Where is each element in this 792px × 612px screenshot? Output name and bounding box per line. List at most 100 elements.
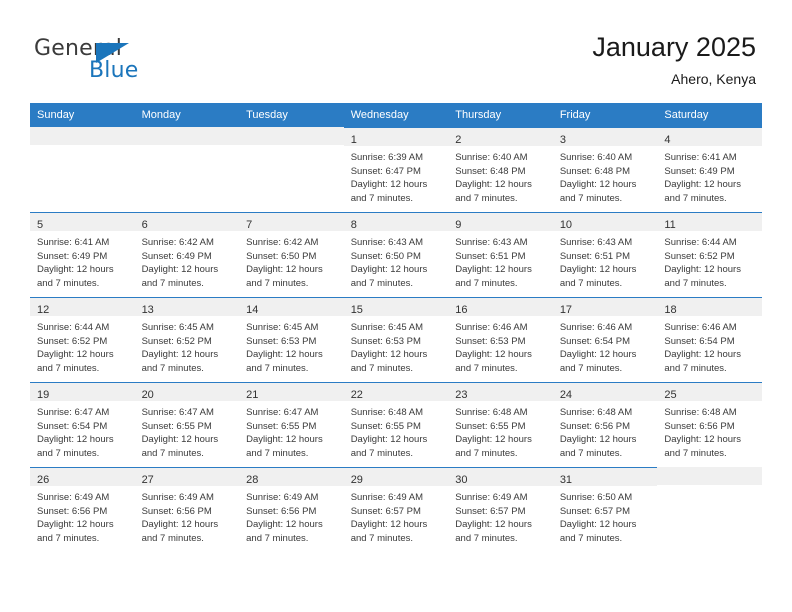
- day-cell[interactable]: 6 Sunrise: 6:42 AM Sunset: 6:49 PM Daylight…: [134, 212, 240, 297]
- day-cell[interactable]: 27 Sunrise: 6:49 AM Sunset: 6:56 PM Dayligh…: [134, 467, 240, 552]
- day-cell[interactable]: 16 Sunrise: 6:46 AM Sunset: 6:53 PM Dayligh…: [448, 297, 553, 382]
- day-cell[interactable]: 14 Sunrise: 6:45 AM Sunset: 6:53 PM Dayligh…: [239, 297, 344, 382]
- day-details: Sunrise: 6:40 AM Sunset: 6:48 PM Daylight:…: [448, 146, 553, 205]
- day-cell[interactable]: 23 Sunrise: 6:48 AM Sunset: 6:55 PM Dayligh…: [448, 382, 553, 467]
- day-cell[interactable]: 13 Sunrise: 6:45 AM Sunset: 6:52 PM Dayligh…: [134, 297, 240, 382]
- day-number-band: 23: [448, 383, 553, 401]
- sunrise-text: Sunrise: 6:46 AM: [455, 322, 528, 333]
- day-number: 24: [559, 389, 573, 401]
- day-number-band: 17: [552, 298, 658, 316]
- day-details: Sunrise: 6:45 AM Sunset: 6:52 PM Daylight:…: [135, 316, 240, 375]
- daylight-text-line2: and 7 minutes.: [141, 532, 204, 544]
- daylight-text-line2: and 7 minutes.: [37, 532, 100, 544]
- day-cell[interactable]: 9 Sunrise: 6:43 AM Sunset: 6:51 PM Daylight…: [448, 212, 553, 297]
- sunset-text: Sunset: 6:56 PM: [246, 505, 317, 517]
- day-number: 11: [664, 219, 676, 231]
- day-cell[interactable]: 31 Sunrise: 6:50 AM Sunset: 6:57 PM Dayligh…: [552, 467, 658, 552]
- calendar-cell: 20 Sunrise: 6:47 AM Sunset: 6:55 PM Dayligh…: [134, 382, 240, 467]
- day-cell[interactable]: 1 Sunrise: 6:39 AM Sunset: 6:47 PM Daylight…: [343, 127, 449, 212]
- day-details: Sunrise: 6:49 AM Sunset: 6:57 PM Daylight:…: [448, 486, 553, 545]
- daylight-text-line2: and 7 minutes.: [559, 192, 623, 204]
- day-number-band: 26: [30, 468, 135, 486]
- day-number: 26: [37, 474, 50, 486]
- sunset-text: Sunset: 6:48 PM: [559, 165, 631, 177]
- day-cell[interactable]: 12 Sunrise: 6:44 AM Sunset: 6:52 PM Dayligh…: [30, 297, 135, 382]
- day-cell[interactable]: 11 Sunrise: 6:44 AM Sunset: 6:52 PM Dayligh…: [657, 212, 762, 297]
- general-blue-logo: General Blue: [34, 36, 214, 86]
- day-details: Sunrise: 6:48 AM Sunset: 6:55 PM Daylight:…: [448, 401, 553, 460]
- day-number-band: 15: [343, 298, 449, 316]
- sunset-text: Sunset: 6:48 PM: [455, 165, 526, 177]
- day-number-band: 18: [657, 298, 762, 316]
- calendar-cell: [239, 127, 344, 212]
- day-details: Sunrise: 6:44 AM Sunset: 6:52 PM Daylight:…: [30, 316, 135, 375]
- sunrise-text: Sunrise: 6:49 AM: [141, 492, 214, 503]
- day-cell[interactable]: 4 Sunrise: 6:41 AM Sunset: 6:49 PM Daylight…: [657, 127, 762, 212]
- daylight-text-line1: Daylight: 12 hours: [141, 264, 219, 275]
- calendar-cell: 9 Sunrise: 6:43 AM Sunset: 6:51 PM Daylight…: [448, 212, 553, 297]
- day-cell[interactable]: 24 Sunrise: 6:48 AM Sunset: 6:56 PM Dayligh…: [552, 382, 658, 467]
- sunrise-text: Sunrise: 6:47 AM: [141, 407, 214, 418]
- calendar-week-row: 5 Sunrise: 6:41 AM Sunset: 6:49 PM Daylight…: [30, 212, 762, 297]
- day-number-band: 3: [552, 128, 658, 146]
- day-cell[interactable]: 3 Sunrise: 6:40 AM Sunset: 6:48 PM Daylight…: [552, 127, 658, 212]
- calendar-cell: 6 Sunrise: 6:42 AM Sunset: 6:49 PM Daylight…: [134, 212, 240, 297]
- day-cell[interactable]: 22 Sunrise: 6:48 AM Sunset: 6:55 PM Dayligh…: [343, 382, 449, 467]
- sunrise-text: Sunrise: 6:42 AM: [246, 237, 319, 248]
- sunset-text: Sunset: 6:55 PM: [350, 420, 421, 432]
- day-cell[interactable]: 8 Sunrise: 6:43 AM Sunset: 6:50 PM Daylight…: [343, 212, 449, 297]
- sunset-text: Sunset: 6:54 PM: [559, 335, 631, 347]
- day-cell[interactable]: 25 Sunrise: 6:48 AM Sunset: 6:56 PM Dayligh…: [657, 382, 762, 467]
- day-cell[interactable]: 20 Sunrise: 6:47 AM Sunset: 6:55 PM Dayligh…: [134, 382, 240, 467]
- day-details: Sunrise: 6:49 AM Sunset: 6:56 PM Daylight:…: [135, 486, 240, 545]
- day-number: 21: [246, 389, 259, 401]
- day-number: 7: [246, 219, 253, 231]
- day-details: Sunrise: 6:47 AM Sunset: 6:55 PM Daylight:…: [135, 401, 240, 460]
- day-cell[interactable]: 2 Sunrise: 6:40 AM Sunset: 6:48 PM Daylight…: [448, 127, 553, 212]
- day-number-band: 11: [657, 213, 762, 231]
- day-details: Sunrise: 6:47 AM Sunset: 6:54 PM Daylight:…: [30, 401, 135, 460]
- logo-text-blue: Blue: [89, 58, 139, 83]
- daylight-text-line1: Daylight: 12 hours: [37, 434, 114, 445]
- daylight-text-line2: and 7 minutes.: [455, 192, 518, 204]
- daylight-text-line1: Daylight: 12 hours: [37, 519, 114, 530]
- day-cell[interactable]: 21 Sunrise: 6:47 AM Sunset: 6:55 PM Dayligh…: [239, 382, 344, 467]
- day-cell[interactable]: 29 Sunrise: 6:49 AM Sunset: 6:57 PM Dayligh…: [343, 467, 449, 552]
- sunset-text: Sunset: 6:51 PM: [559, 250, 631, 262]
- day-cell[interactable]: 17 Sunrise: 6:46 AM Sunset: 6:54 PM Dayligh…: [552, 297, 658, 382]
- daylight-text-line1: Daylight: 12 hours: [455, 349, 532, 360]
- day-details: Sunrise: 6:46 AM Sunset: 6:54 PM Daylight:…: [657, 316, 762, 375]
- day-cell[interactable]: 30 Sunrise: 6:49 AM Sunset: 6:57 PM Dayligh…: [448, 467, 553, 552]
- day-cell[interactable]: 15 Sunrise: 6:45 AM Sunset: 6:53 PM Dayligh…: [343, 297, 449, 382]
- day-number: 18: [664, 304, 677, 316]
- day-cell[interactable]: 10 Sunrise: 6:43 AM Sunset: 6:51 PM Dayligh…: [552, 212, 658, 297]
- sunset-text: Sunset: 6:54 PM: [37, 420, 108, 432]
- sunrise-text: Sunrise: 6:39 AM: [350, 152, 424, 163]
- daylight-text-line2: and 7 minutes.: [141, 277, 204, 289]
- day-cell[interactable]: 18 Sunrise: 6:46 AM Sunset: 6:54 PM Dayligh…: [657, 297, 762, 382]
- calendar-week-row: 19 Sunrise: 6:47 AM Sunset: 6:54 PM Dayligh…: [30, 382, 762, 467]
- sunrise-text: Sunrise: 6:48 AM: [664, 407, 737, 418]
- daylight-text-line2: and 7 minutes.: [246, 447, 309, 459]
- day-cell[interactable]: 7 Sunrise: 6:42 AM Sunset: 6:50 PM Daylight…: [239, 212, 344, 297]
- day-number: 30: [455, 474, 468, 486]
- sunrise-text: Sunrise: 6:41 AM: [37, 237, 110, 248]
- weekday-header-wednesday: Wednesday: [343, 103, 449, 127]
- sunset-text: Sunset: 6:50 PM: [350, 250, 421, 262]
- day-number-band: 1: [343, 128, 449, 146]
- calendar-cell: 12 Sunrise: 6:44 AM Sunset: 6:52 PM Dayligh…: [30, 297, 135, 382]
- sunset-text: Sunset: 6:57 PM: [455, 505, 526, 517]
- daylight-text-line2: and 7 minutes.: [664, 277, 727, 289]
- day-details: Sunrise: 6:50 AM Sunset: 6:57 PM Daylight:…: [553, 486, 658, 545]
- day-details: Sunrise: 6:40 AM Sunset: 6:48 PM Daylight:…: [553, 146, 658, 205]
- calendar-page: General Blue January 2025 Ahero, Kenya S…: [0, 0, 792, 612]
- day-number-band: 20: [134, 383, 240, 401]
- day-cell[interactable]: 28 Sunrise: 6:49 AM Sunset: 6:56 PM Dayligh…: [239, 467, 344, 552]
- daylight-text-line1: Daylight: 12 hours: [455, 264, 532, 275]
- daylight-text-line2: and 7 minutes.: [141, 447, 204, 459]
- day-cell[interactable]: 26 Sunrise: 6:49 AM Sunset: 6:56 PM Dayligh…: [30, 467, 135, 552]
- day-cell[interactable]: 19 Sunrise: 6:47 AM Sunset: 6:54 PM Dayligh…: [30, 382, 135, 467]
- calendar-cell: 17 Sunrise: 6:46 AM Sunset: 6:54 PM Dayligh…: [552, 297, 658, 382]
- day-cell[interactable]: 5 Sunrise: 6:41 AM Sunset: 6:49 PM Daylight…: [30, 212, 135, 297]
- daylight-text-line1: Daylight: 12 hours: [246, 519, 323, 530]
